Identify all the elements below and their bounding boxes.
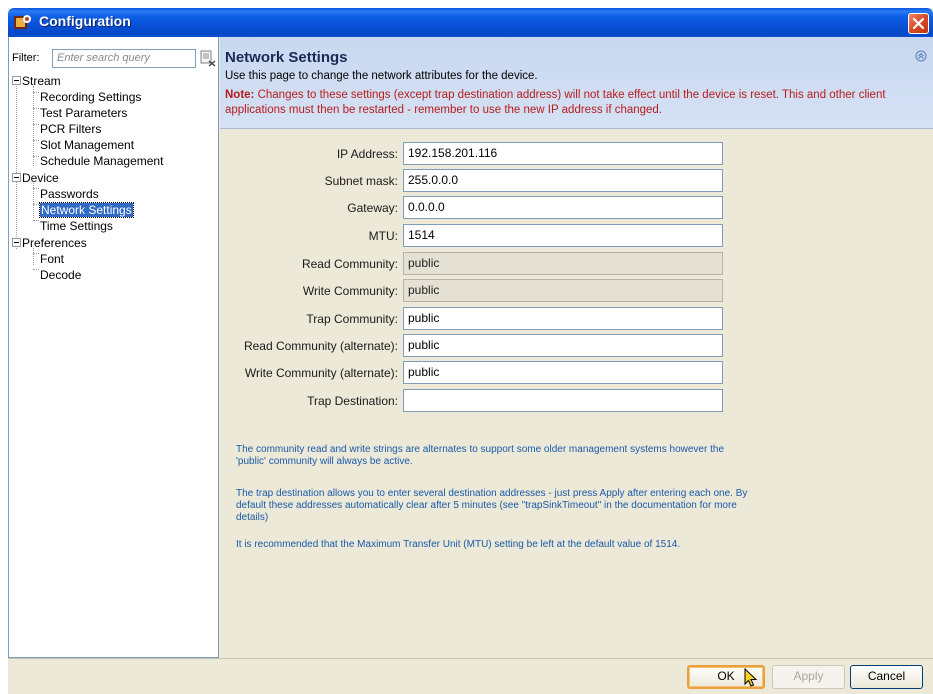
filter-label: Filter: [12, 52, 40, 64]
title-bar[interactable]: Configuration [8, 8, 933, 37]
note-prefix: Note: [225, 89, 255, 101]
write-community-row: Write Community: public [220, 279, 933, 303]
app-icon [14, 14, 32, 31]
tree-item-network-settings[interactable]: Network Settings [39, 202, 134, 218]
subnet-mask-row: Subnet mask: 255.0.0.0 [220, 169, 933, 193]
trap-community-input[interactable]: public [403, 307, 723, 330]
trap-destination-info-text: The trap destination allows you to enter… [236, 488, 748, 523]
network-settings-form: IP Address: 192.158.201.116 Subnet mask:… [220, 129, 933, 658]
page-title: Network Settings [225, 49, 348, 66]
clear-filter-icon[interactable] [200, 50, 216, 67]
gateway-row: Gateway: 0.0.0.0 [220, 196, 933, 220]
tree-item-passwords[interactable]: Passwords [39, 186, 99, 202]
note-text: Changes to these settings (except trap d… [225, 89, 886, 116]
navigation-panel: Filter: Enter search query Stream Record… [8, 37, 219, 658]
mtu-row: MTU: 1514 [220, 224, 933, 248]
settings-panel: Network Settings Use this page to change… [220, 37, 933, 658]
ip-address-row: IP Address: 192.158.201.116 [220, 142, 933, 166]
subnet-mask-label: Subnet mask: [324, 174, 398, 188]
write-community-label: Write Community: [302, 284, 398, 298]
write-community-input: public [403, 279, 723, 302]
trap-community-label: Trap Community: [306, 312, 398, 326]
tree-item-slot-management[interactable]: Slot Management [39, 137, 134, 153]
mtu-input[interactable]: 1514 [403, 224, 723, 247]
read-community-alternate-label: Read Community (alternate): [243, 339, 398, 353]
write-community-alternate-row: Write Community (alternate): public [220, 361, 933, 385]
read-community-label: Read Community: [301, 257, 398, 271]
tree-group-device[interactable]: Device [12, 170, 59, 186]
page-header: Network Settings Use this page to change… [220, 37, 933, 129]
tree-item-time-settings[interactable]: Time Settings [39, 218, 113, 234]
trap-destination-label: Trap Destination: [307, 394, 398, 408]
collapse-icon[interactable] [12, 76, 21, 86]
tree-item-recording-settings[interactable]: Recording Settings [39, 89, 141, 105]
filter-search-input[interactable]: Enter search query [52, 49, 196, 68]
configuration-window: Configuration Filter: Enter search query [8, 8, 933, 694]
collapse-icon[interactable] [12, 238, 21, 248]
tree-item-test-parameters[interactable]: Test Parameters [39, 105, 127, 121]
tree-item-pcr-filters[interactable]: PCR Filters [39, 121, 101, 137]
filter-row: Filter: Enter search query [9, 49, 220, 69]
tree-item-font[interactable]: Font [39, 251, 64, 267]
close-button[interactable] [908, 13, 929, 34]
ip-address-label: IP Address: [336, 147, 398, 161]
community-info-text: The community read and write strings are… [236, 444, 725, 467]
collapse-icon[interactable] [12, 173, 21, 183]
collapse-header-icon[interactable] [915, 50, 927, 62]
read-community-row: Read Community: public [220, 252, 933, 276]
trap-destination-row: Trap Destination: [220, 389, 933, 413]
gateway-input[interactable]: 0.0.0.0 [403, 196, 723, 219]
tree-item-schedule-management[interactable]: Schedule Management [39, 153, 163, 169]
tree-group-preferences[interactable]: Preferences [12, 235, 87, 251]
page-description: Use this page to change the network attr… [225, 70, 538, 82]
trap-community-row: Trap Community: public [220, 307, 933, 331]
trap-destination-input[interactable] [403, 389, 723, 412]
tree-group-stream[interactable]: Stream [12, 73, 61, 89]
mtu-info-text: It is recommended that the Maximum Trans… [236, 539, 681, 550]
mtu-label: MTU: [368, 229, 398, 243]
write-community-alternate-label: Write Community (alternate): [244, 366, 398, 380]
write-community-alternate-input[interactable]: public [403, 361, 723, 384]
close-icon [913, 18, 924, 29]
dialog-button-bar: OK Apply Cancel [8, 658, 933, 694]
read-community-alternate-input[interactable]: public [403, 334, 723, 357]
gateway-label: Gateway: [347, 201, 398, 215]
read-community-input: public [403, 252, 723, 275]
read-community-alternate-row: Read Community (alternate): public [220, 334, 933, 358]
apply-button: Apply [772, 665, 845, 689]
cancel-button[interactable]: Cancel [850, 665, 923, 689]
reset-note: Note: Changes to these settings (except … [225, 88, 925, 118]
mouse-cursor-icon [744, 667, 758, 688]
tree-item-decode[interactable]: Decode [39, 267, 81, 283]
subnet-mask-input[interactable]: 255.0.0.0 [403, 169, 723, 192]
window-title: Configuration [39, 13, 131, 29]
ip-address-input[interactable]: 192.158.201.116 [403, 142, 723, 165]
